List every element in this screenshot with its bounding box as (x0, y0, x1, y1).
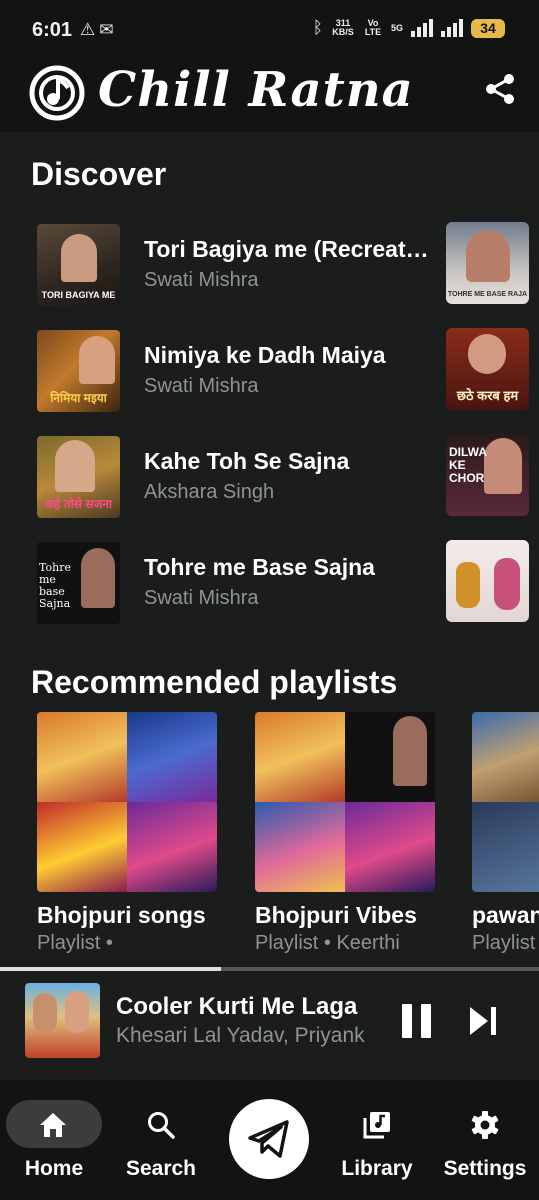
playlist-subtitle: Playlist • (37, 932, 113, 954)
playlist-card[interactable]: pawan Playlist (472, 712, 539, 967)
nav-library[interactable]: Library (322, 1080, 432, 1200)
now-playing-title: Cooler Kurti Me Laga (116, 993, 358, 1020)
nav-home[interactable]: Home (0, 1080, 110, 1200)
playlist-artwork (255, 712, 435, 892)
discover-item[interactable]: TORI BAGIYA ME Tori Bagiya me (Recreated… (37, 222, 529, 306)
song-artwork: TORI BAGIYA ME (37, 224, 120, 306)
discover-item[interactable]: कहे तोसे सजना Kahe Toh Se Sajna Akshara … (37, 434, 529, 518)
nav-library-label: Library (341, 1157, 413, 1180)
signal-icon-2 (441, 19, 463, 37)
share-icon[interactable] (483, 72, 517, 106)
playlist-subtitle: Playlist • Keerthi (255, 932, 400, 954)
telegram-fab-button[interactable] (229, 1099, 309, 1179)
discover-heading: Discover (31, 156, 167, 192)
send-icon (248, 1120, 289, 1158)
network-type: 5G (390, 22, 403, 33)
status-bar: 6:01 ⚠✉ ᛒ 311 KB/S Vo LTE 5G 34 (0, 0, 539, 60)
notification-icons: ⚠✉ (80, 20, 118, 40)
playlist-title: pawan (472, 902, 539, 928)
song-artwork: Tohre me base Sajna (37, 542, 120, 624)
art-text: Tohre me base Sajna (39, 561, 71, 610)
pause-button[interactable] (402, 1004, 432, 1038)
song-artwork: कहे तोसे सजना (37, 436, 120, 518)
playlist-card[interactable]: Bhojpuri songs Playlist • (37, 712, 217, 967)
home-icon (40, 1113, 66, 1137)
now-playing-artwork (25, 983, 100, 1058)
song-artist: Swati Mishra (144, 269, 259, 291)
playlist-title: Bhojpuri Vibes (255, 902, 417, 928)
art-text: कहे तोसे सजना (44, 497, 113, 511)
discover-item[interactable]: निमिया मइया Nimiya ke Dadh Maiya Swati M… (37, 328, 529, 412)
discover-item[interactable]: Tohre me base Sajna Tohre me Base Sajna … (37, 540, 529, 624)
song-artwork-secondary[interactable]: DILWA KE CHOR (446, 434, 529, 516)
volte-indicator: Vo LTE (364, 18, 382, 37)
bluetooth-icon: ᛒ (312, 18, 323, 37)
song-title: Kahe Toh Se Sajna (144, 448, 350, 474)
mini-player[interactable]: Cooler Kurti Me Laga Khesari Lal Yadav, … (0, 971, 539, 1080)
skip-next-button[interactable] (468, 1004, 498, 1038)
app-logo-icon (29, 65, 85, 121)
song-title: Nimiya ke Dadh Maiya (144, 342, 386, 368)
art-text: DILWA KE CHOR (449, 445, 487, 485)
playlist-artwork (37, 712, 217, 892)
nav-settings-label: Settings (443, 1157, 527, 1180)
now-playing-artist: Khesari Lal Yadav, Priyank (116, 1024, 365, 1047)
art-text: छठे करब हम (456, 388, 519, 403)
app-brand-title: Chill Ratna (98, 62, 414, 118)
song-artwork: निमिया मइया (37, 330, 120, 412)
nav-home-label: Home (24, 1157, 84, 1180)
status-time: 6:01 (32, 19, 73, 41)
search-icon (148, 1112, 175, 1139)
gmail-icon: ✉ (99, 20, 118, 39)
song-artist: Swati Mishra (144, 587, 259, 609)
art-text: निमिया मइया (50, 391, 107, 405)
library-icon (363, 1112, 390, 1139)
bottom-navigation: Home Search Library Settings (0, 1080, 539, 1200)
playlist-subtitle: Playlist (472, 932, 536, 954)
song-artwork-secondary[interactable] (446, 540, 529, 622)
home-content: Discover TORI BAGIYA ME Tori Bagiya me (… (0, 132, 539, 967)
nav-search[interactable]: Search (106, 1080, 216, 1200)
gear-icon (471, 1111, 499, 1139)
song-title: Tohre me Base Sajna (144, 554, 375, 580)
song-artwork-secondary[interactable]: TOHRE ME BASE RAJA (446, 222, 529, 304)
app-header: Chill Ratna (0, 60, 539, 132)
nav-settings[interactable]: Settings (430, 1080, 539, 1200)
art-text: TOHRE ME BASE RAJA (447, 291, 528, 298)
nav-search-label: Search (125, 1157, 197, 1180)
net-speed: 311 KB/S (332, 18, 354, 37)
song-title: Tori Bagiya me (Recreated) (144, 236, 436, 262)
song-artwork-secondary[interactable]: छठे करब हम (446, 328, 529, 410)
battery-icon: 34 (471, 18, 505, 38)
playlist-artwork (472, 712, 539, 892)
art-text: TORI BAGIYA ME (41, 290, 116, 300)
playlist-title: Bhojpuri songs (37, 902, 206, 928)
song-artist: Akshara Singh (144, 481, 275, 503)
song-artist: Swati Mishra (144, 375, 259, 397)
playlists-heading: Recommended playlists (31, 664, 398, 700)
warning-icon: ⚠ (80, 20, 100, 39)
playlist-card[interactable]: Bhojpuri Vibes Playlist • Keerthi (255, 712, 435, 967)
status-indicators: ᛒ 311 KB/S Vo LTE 5G 34 (313, 18, 505, 38)
signal-icon (411, 19, 433, 37)
